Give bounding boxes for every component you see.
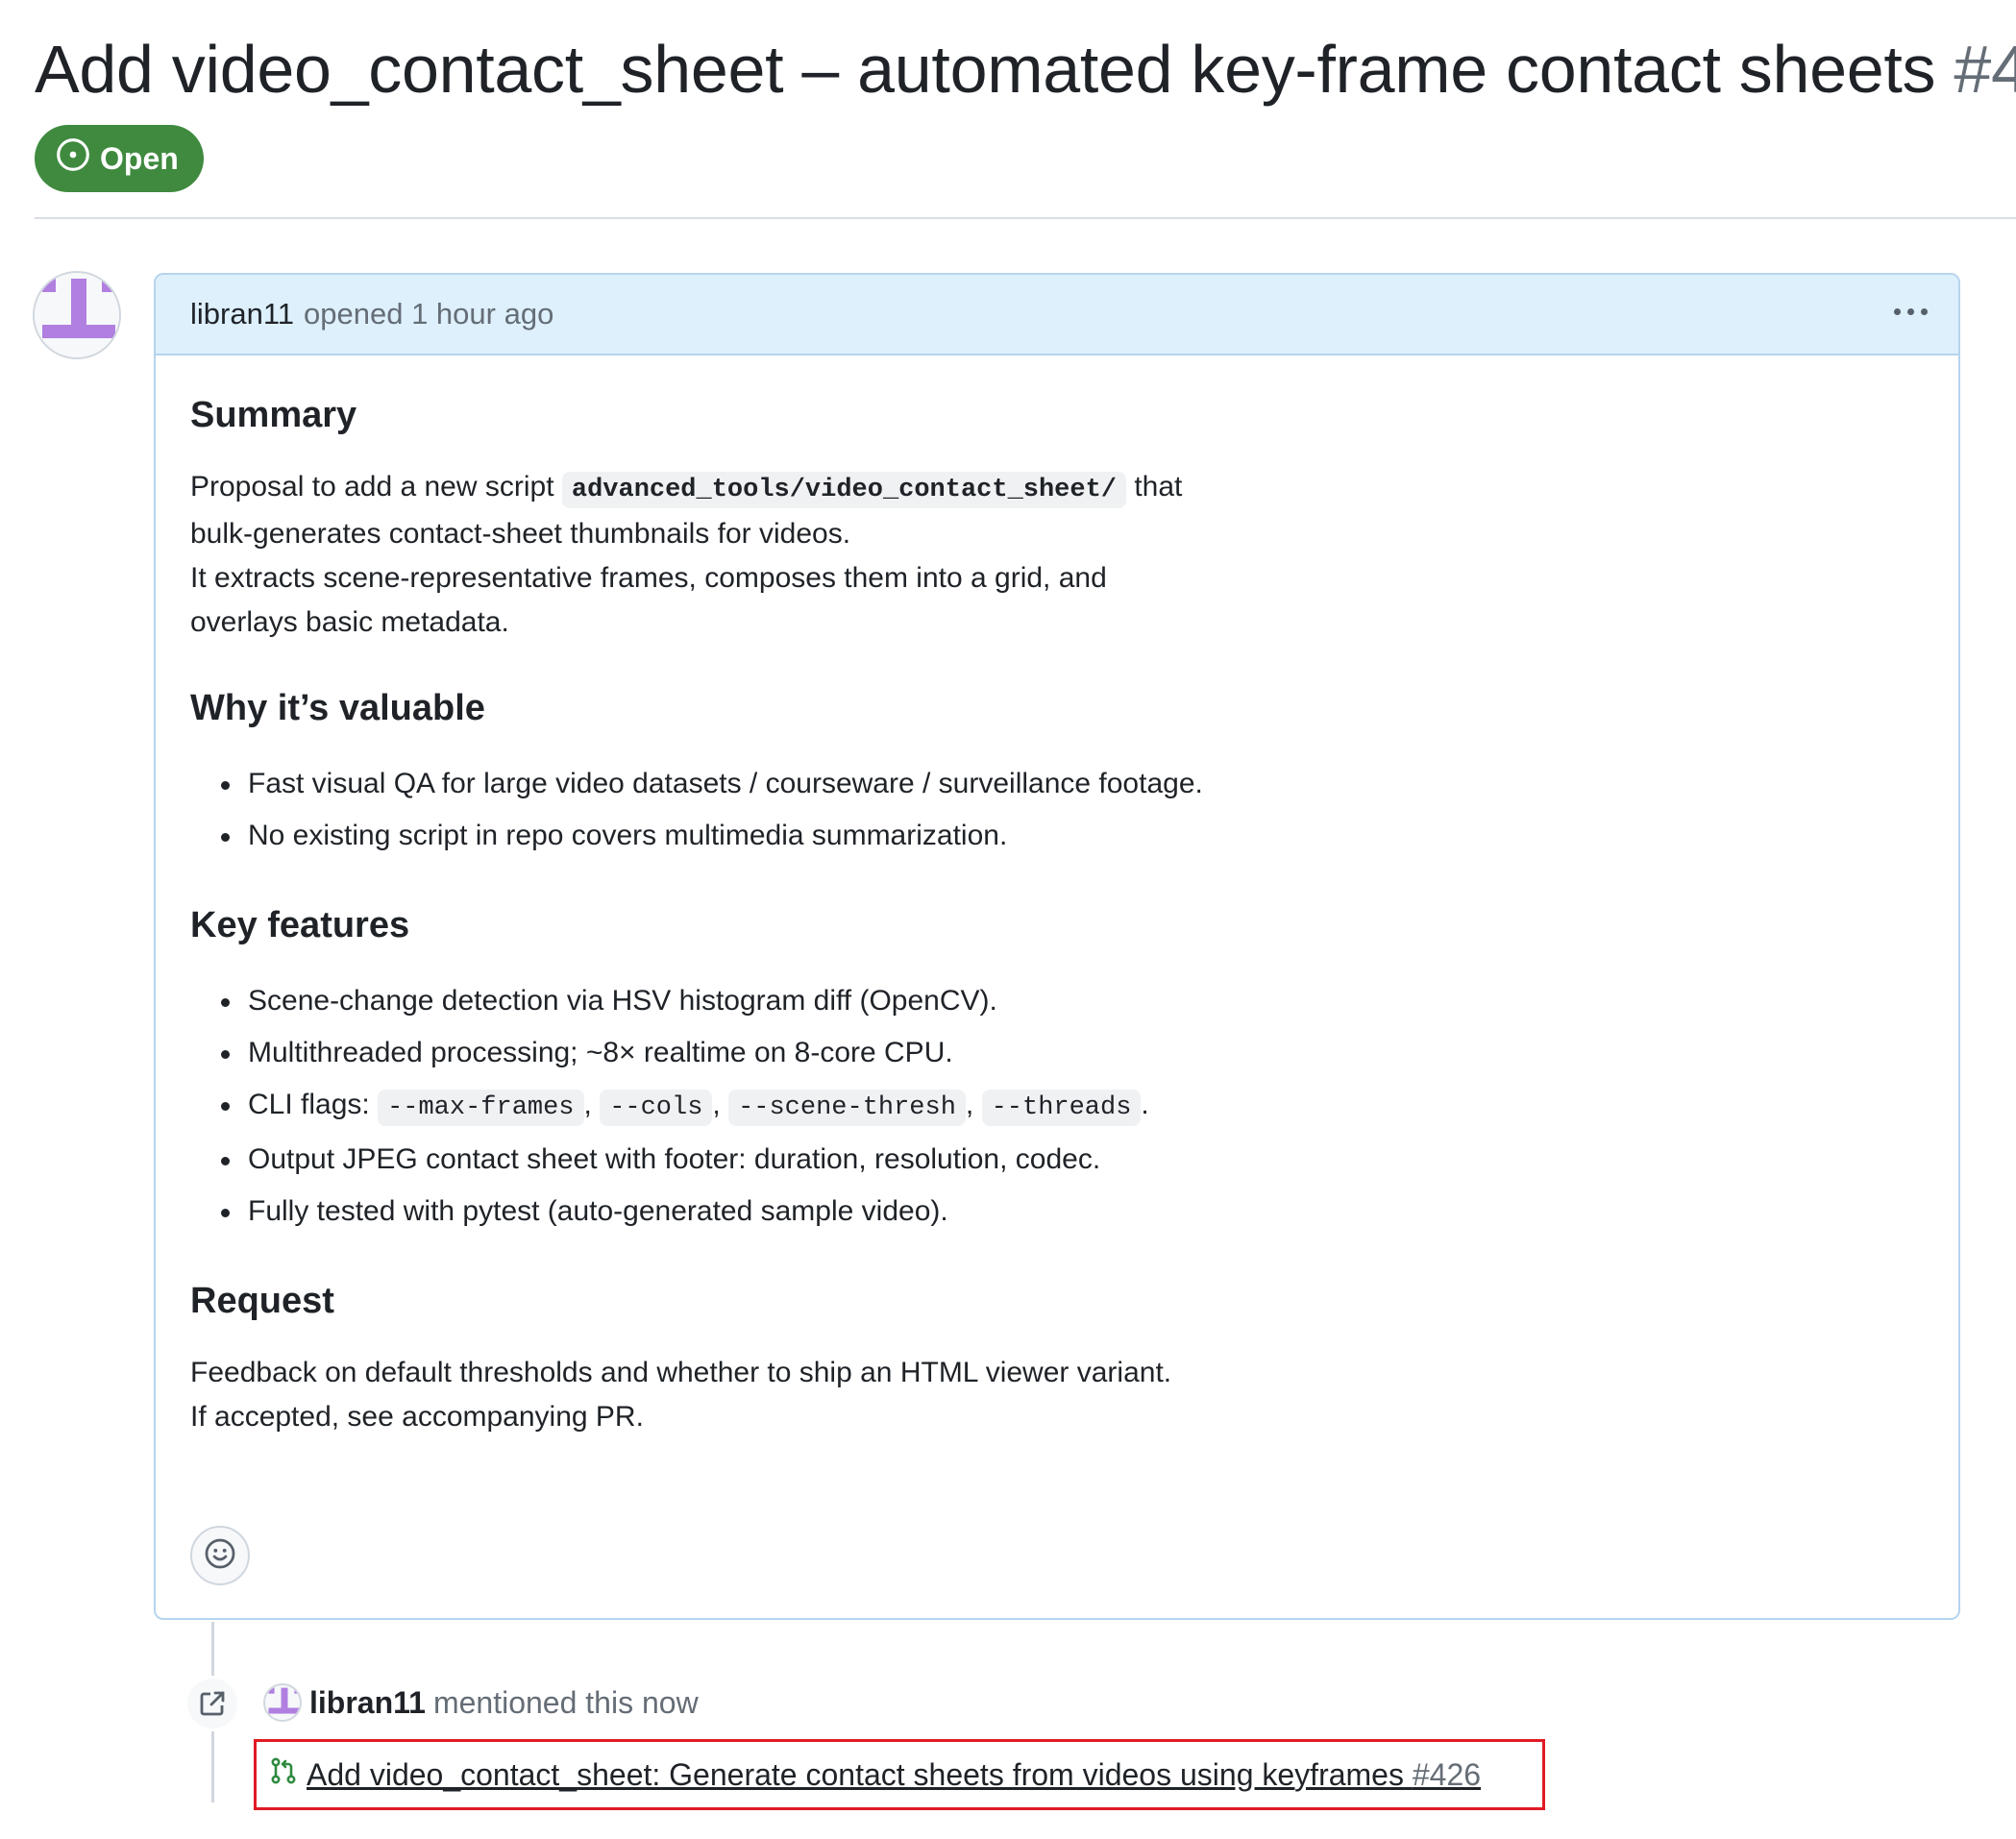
features-list: Scene-change detection via HSV histogram… <box>190 975 1924 1238</box>
request-paragraph: Feedback on default thresholds and wheth… <box>190 1351 1924 1439</box>
referenced-pr-link[interactable]: Add video_contact_sheet: Generate contac… <box>307 1757 1481 1793</box>
header-divider <box>35 217 2016 219</box>
list-item: Fast visual QA for large video datasets … <box>221 758 1924 810</box>
comment-author[interactable]: libran11 <box>190 297 294 331</box>
summary-line-1: Proposal to add a new script advanced_to… <box>190 465 1924 512</box>
referenced-pull-request: Add video_contact_sheet: Generate contac… <box>254 1739 1545 1810</box>
author-avatar[interactable] <box>33 271 121 359</box>
issue-state-badge: Open <box>35 125 204 192</box>
mention-meta[interactable]: mentioned this now <box>433 1685 699 1721</box>
list-item: Fully tested with pytest (auto-generated… <box>221 1186 1924 1238</box>
mention-author[interactable]: libran11 <box>309 1685 426 1721</box>
referenced-pr-title: Add video_contact_sheet: Generate contac… <box>307 1756 1404 1792</box>
issue-number: #42 <box>1954 32 2016 107</box>
flag-max-frames-code: --max-frames <box>378 1090 584 1126</box>
git-pull-request-icon <box>268 1755 299 1794</box>
request-line-1: Feedback on default thresholds and wheth… <box>190 1357 1172 1388</box>
comment-header: libran11 opened 1 hour ago <box>156 275 1958 356</box>
add-reaction-button[interactable] <box>190 1526 250 1585</box>
comment-body: Summary Proposal to add a new script adv… <box>156 356 1958 1439</box>
cli-flags-label: CLI flags: <box>248 1089 370 1120</box>
summary-line-4: overlays basic metadata. <box>190 606 509 638</box>
request-line-2: If accepted, see accompanying PR. <box>190 1401 644 1433</box>
kebab-horizontal-icon[interactable] <box>1883 288 1937 334</box>
flag-threads-code: --threads <box>981 1090 1142 1126</box>
summary-text-2: that <box>1134 471 1183 503</box>
why-heading: Why it’s valuable <box>190 688 485 728</box>
summary-line-2: bulk-generates contact-sheet thumbnails … <box>190 518 851 550</box>
features-heading: Key features <box>190 905 410 945</box>
list-item: Multithreaded processing; ~8× realtime o… <box>221 1027 1924 1079</box>
list-item-cli-flags: CLI flags: --max-frames, --cols, --scene… <box>221 1079 1924 1134</box>
summary-paragraph: Proposal to add a new script advanced_to… <box>190 465 1924 645</box>
issue-title: Add video_contact_sheet – automated key-… <box>35 27 2016 111</box>
mention-author-avatar[interactable] <box>263 1683 302 1722</box>
script-path-code: advanced_tools/video_contact_sheet/ <box>561 472 1126 508</box>
issue-opened-icon <box>56 137 90 180</box>
flag-scene-thresh-code: --scene-thresh <box>728 1090 966 1126</box>
comment-timestamp[interactable]: opened 1 hour ago <box>304 297 553 331</box>
request-heading: Request <box>190 1281 334 1321</box>
summary-heading: Summary <box>190 395 357 435</box>
referenced-pr-number: #426 <box>1412 1756 1482 1792</box>
mention-event: libran11 mentioned this now <box>263 1683 699 1722</box>
list-item: Output JPEG contact sheet with footer: d… <box>221 1134 1924 1186</box>
issue-title-text: Add video_contact_sheet – automated key-… <box>35 32 1936 107</box>
summary-text-1: Proposal to add a new script <box>190 471 554 503</box>
summary-line-3: It extracts scene-representative frames,… <box>190 562 1107 594</box>
why-list: Fast visual QA for large video datasets … <box>190 758 1924 862</box>
cross-reference-icon <box>184 1676 240 1731</box>
flag-cols-code: --cols <box>600 1090 713 1126</box>
issue-state-label: Open <box>100 140 179 176</box>
smiley-icon <box>204 1537 236 1575</box>
list-item: Scene-change detection via HSV histogram… <box>221 975 1924 1027</box>
issue-page: Add video_contact_sheet – automated key-… <box>0 0 2016 1839</box>
list-item: No existing script in repo covers multim… <box>221 810 1924 862</box>
issue-comment: libran11 opened 1 hour ago Summary Propo… <box>154 273 1960 1620</box>
